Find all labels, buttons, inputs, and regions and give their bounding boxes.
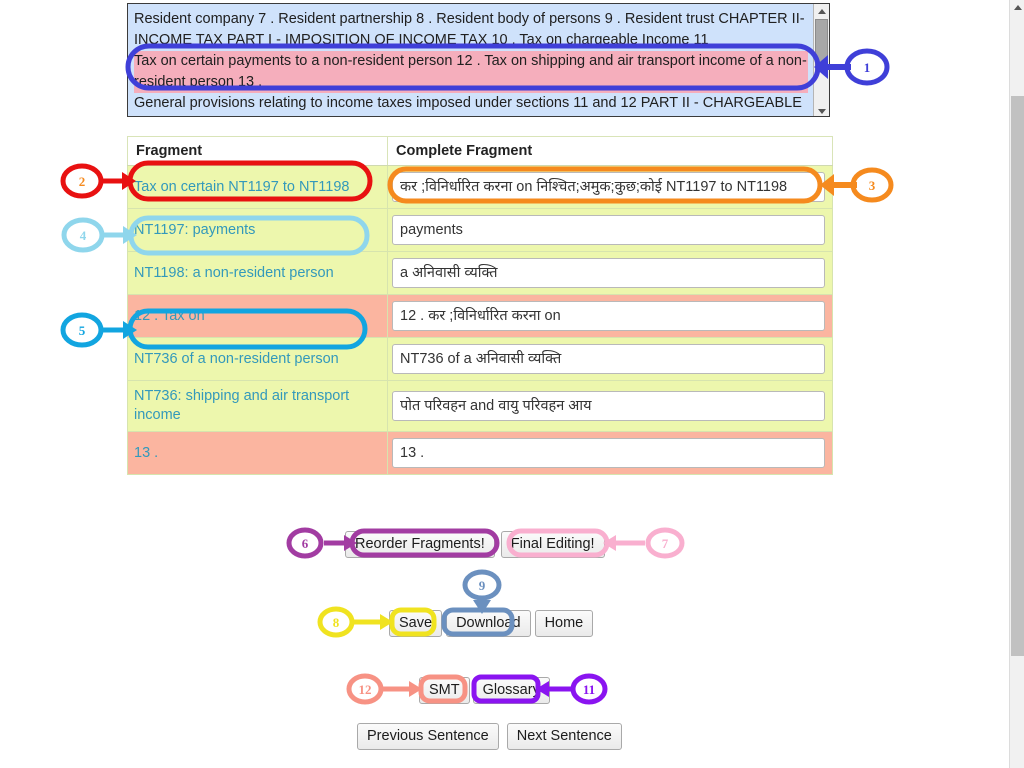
- annotation-7-number: 7: [662, 536, 669, 551]
- source-line: General provisions relating to income ta…: [134, 95, 802, 111]
- tools-button-row: SMT Glossary: [419, 677, 550, 704]
- column-header-fragment: Fragment: [127, 136, 388, 166]
- complete-fragment-input[interactable]: payments: [392, 215, 825, 245]
- scrollbar-thumb[interactable]: [815, 19, 828, 71]
- final-editing-button[interactable]: Final Editing!: [500, 531, 605, 558]
- annotation-6-number: 6: [302, 536, 309, 551]
- complete-fragment-input[interactable]: पोत परिवहन and वायु परिवहन आय: [392, 391, 825, 421]
- source-text-content: Resident company 7 . Resident partnershi…: [128, 4, 814, 116]
- annotation-9-number: 9: [479, 578, 486, 593]
- annotation-8-number: 8: [333, 615, 340, 630]
- complete-fragment-cell: 12 . कर ;विनिर्धारित करना on: [387, 294, 833, 338]
- fragment-cell[interactable]: Tax on certain NT1197 to NT1198: [127, 165, 388, 209]
- complete-fragment-cell: a अनिवासी व्यक्ति: [387, 251, 833, 295]
- column-header-complete-fragment: Complete Fragment: [387, 136, 833, 166]
- fragment-cell[interactable]: 12 . Tax on: [127, 294, 388, 338]
- page-scroll-up-icon[interactable]: [1010, 0, 1024, 15]
- table-row: NT736: shipping and air transport income…: [127, 380, 833, 432]
- fragment-cell[interactable]: NT1197: payments: [127, 208, 388, 252]
- complete-fragment-cell: NT736 of a अनिवासी व्यक्ति: [387, 337, 833, 381]
- table-header-row: Fragment Complete Fragment: [127, 136, 833, 166]
- table-row: NT1197: payments payments: [127, 208, 833, 252]
- complete-fragment-input[interactable]: a अनिवासी व्यक्ति: [392, 258, 825, 288]
- table-row: 12 . Tax on 12 . कर ;विनिर्धारित करना on: [127, 294, 833, 338]
- home-button[interactable]: Home: [534, 610, 594, 637]
- navigation-button-row: Previous Sentence Next Sentence: [357, 723, 622, 750]
- source-line: Resident company 7 . Resident partnershi…: [134, 11, 805, 27]
- complete-fragment-cell: कर ;विनिर्धारित करना on निश्चित;अमुक;कुछ…: [387, 165, 833, 209]
- complete-fragment-input[interactable]: 12 . कर ;विनिर्धारित करना on: [392, 301, 825, 331]
- complete-fragment-input[interactable]: कर ;विनिर्धारित करना on निश्चित;अमुक;कुछ…: [392, 172, 825, 202]
- fragment-cell[interactable]: NT1198: a non-resident person: [127, 251, 388, 295]
- table-row: NT1198: a non-resident person a अनिवासी …: [127, 251, 833, 295]
- annotation-11-number: 11: [583, 682, 595, 697]
- table-row: NT736 of a non-resident person NT736 of …: [127, 337, 833, 381]
- download-button[interactable]: Download: [446, 610, 531, 637]
- source-line: INCOME TAX PART I - IMPOSITION OF INCOME…: [134, 32, 709, 48]
- source-text-scrollbar[interactable]: [813, 4, 829, 116]
- annotation-3-number: 3: [869, 178, 876, 193]
- fragment-cell[interactable]: NT736 of a non-resident person: [127, 337, 388, 381]
- annotation-2-number: 2: [79, 174, 86, 189]
- scroll-down-icon[interactable]: [814, 104, 829, 116]
- fragment-cell[interactable]: NT736: shipping and air transport income: [127, 380, 388, 432]
- fragment-cell[interactable]: 13 .: [127, 431, 388, 475]
- complete-fragment-cell: 13 .: [387, 431, 833, 475]
- page-scrollbar-thumb[interactable]: [1011, 96, 1024, 656]
- next-sentence-button[interactable]: Next Sentence: [506, 723, 622, 750]
- table-row: Tax on certain NT1197 to NT1198 कर ;विनि…: [127, 165, 833, 209]
- annotation-5-number: 5: [79, 323, 86, 338]
- reorder-button-row: Reorder Fragments! Final Editing!: [345, 531, 605, 558]
- table-row: 13 . 13 .: [127, 431, 833, 475]
- source-line-highlighted[interactable]: Tax on certain payments to a non-residen…: [134, 51, 808, 93]
- smt-button[interactable]: SMT: [419, 677, 470, 704]
- complete-fragment-cell: पोत परिवहन and वायु परिवहन आय: [387, 380, 833, 432]
- page-root: Resident company 7 . Resident partnershi…: [0, 0, 1024, 768]
- glossary-button[interactable]: Glossary: [472, 677, 550, 704]
- save-button[interactable]: Save: [389, 610, 443, 637]
- complete-fragment-input[interactable]: 13 .: [392, 438, 825, 468]
- page-scrollbar[interactable]: [1009, 0, 1024, 768]
- complete-fragment-input[interactable]: NT736 of a अनिवासी व्यक्ति: [392, 344, 825, 374]
- source-text-area[interactable]: Resident company 7 . Resident partnershi…: [127, 3, 830, 117]
- fragment-table: Fragment Complete Fragment Tax on certai…: [127, 136, 833, 475]
- annotation-12-number: 12: [359, 682, 372, 697]
- previous-sentence-button[interactable]: Previous Sentence: [357, 723, 499, 750]
- complete-fragment-cell: payments: [387, 208, 833, 252]
- reorder-fragments-button[interactable]: Reorder Fragments!: [345, 531, 495, 558]
- annotation-4-number: 4: [80, 228, 87, 243]
- action-button-row: Save Download Home: [389, 610, 594, 637]
- scroll-up-icon[interactable]: [814, 4, 829, 18]
- annotation-1-number: 1: [864, 60, 871, 75]
